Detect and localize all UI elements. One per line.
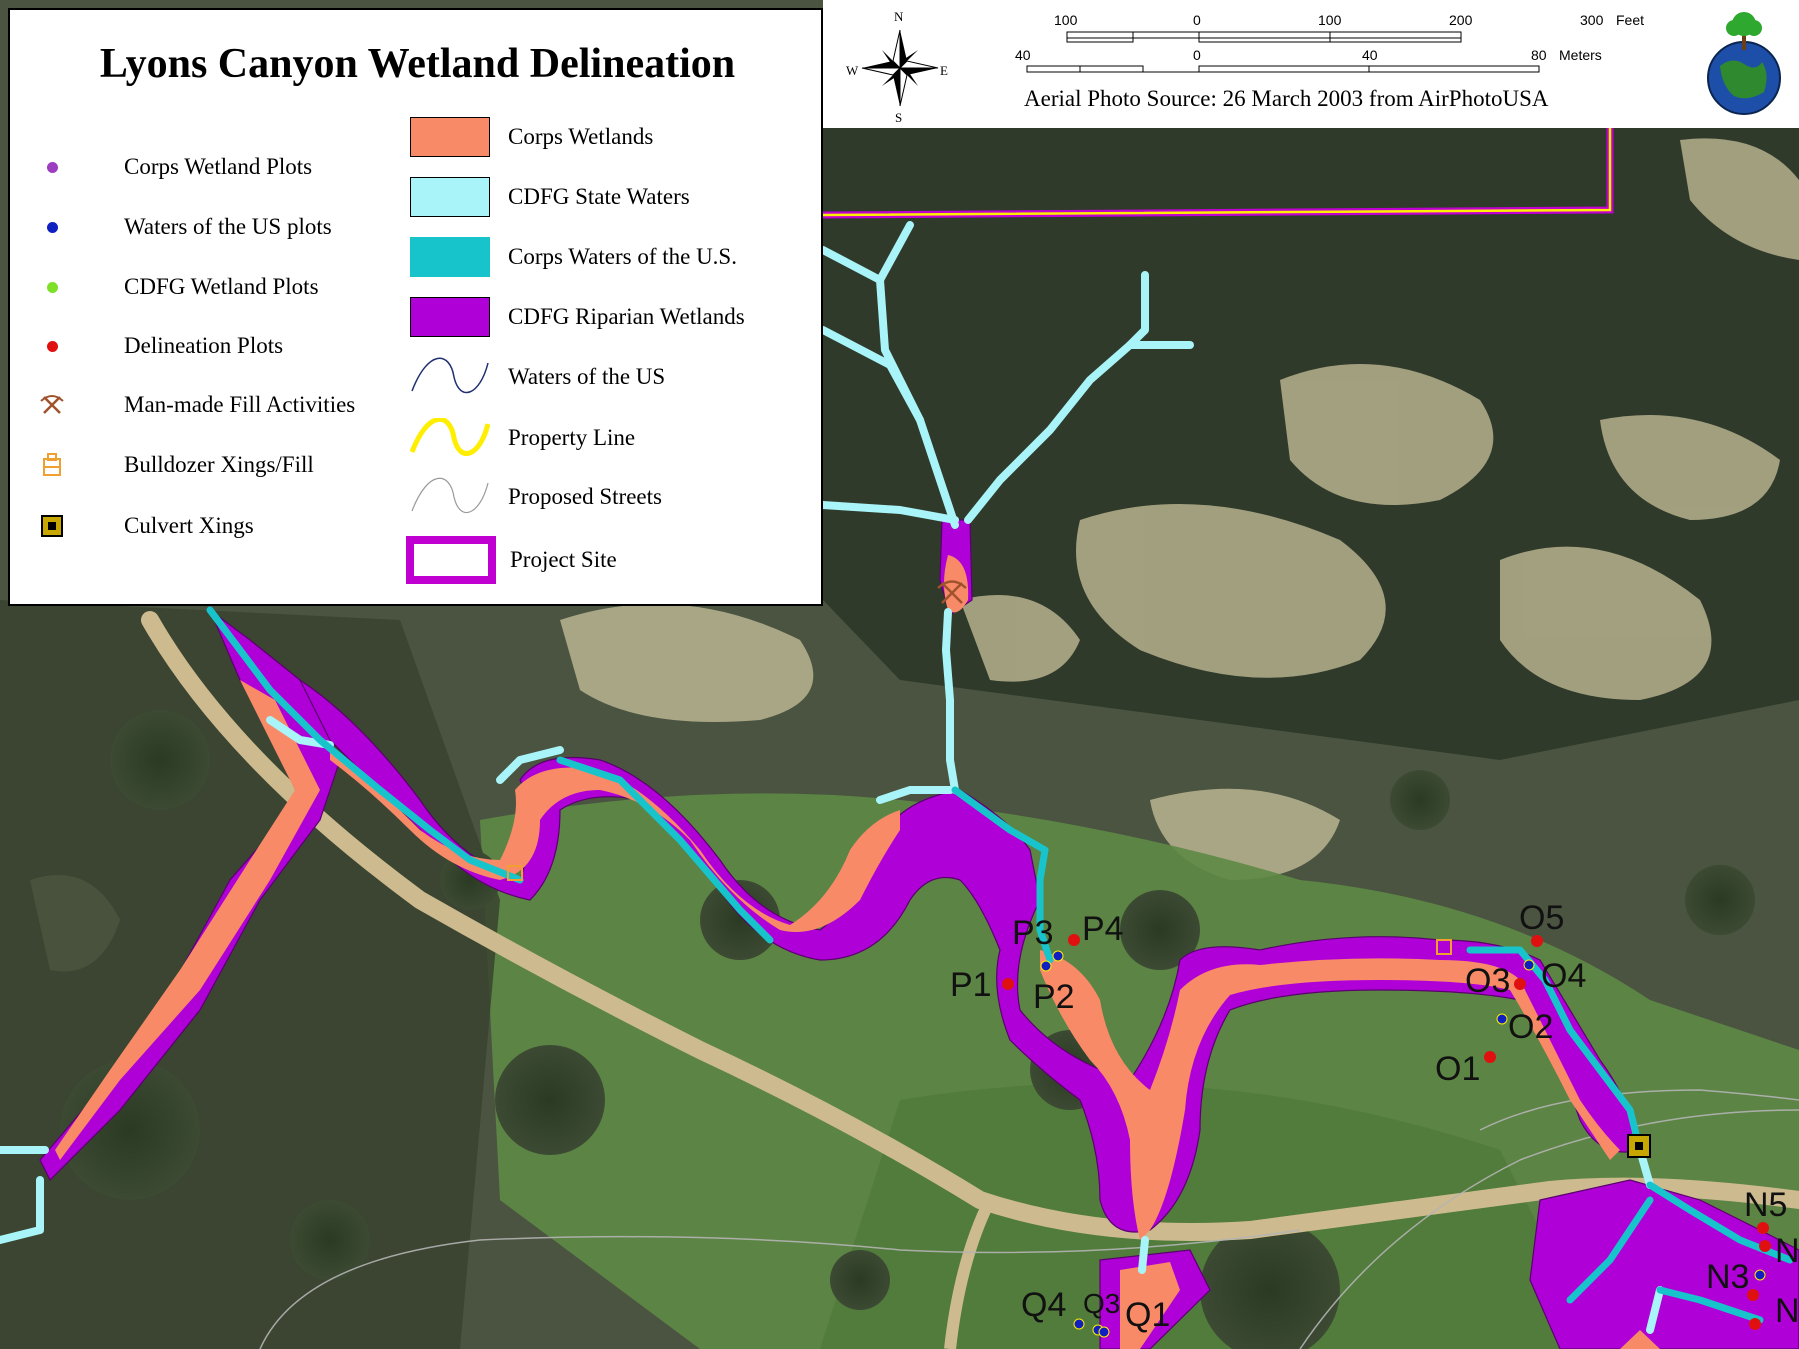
map-title: Lyons Canyon Wetland Delineation <box>99 41 736 87</box>
project-site-swatch <box>406 536 496 584</box>
plot-label-n5: N5 <box>1744 1186 1788 1224</box>
scale-meters-tick-2: 0 <box>1193 47 1201 63</box>
waters-of-us-line-icon <box>411 357 489 394</box>
plot-label-p2: P2 <box>1033 978 1075 1016</box>
culvert-icon <box>41 515 63 537</box>
globe-logo-icon <box>1707 12 1781 115</box>
legend-item-cdfg-state-waters: CDFG State Waters <box>410 177 690 217</box>
plot-label-o2: O2 <box>1508 1008 1554 1046</box>
plot-label-n-upper: N <box>1775 1232 1799 1270</box>
plot-label-o3: O3 <box>1465 962 1511 1000</box>
plot-label-p4: P4 <box>1082 910 1124 948</box>
map-legend: Lyons Canyon Wetland Delineation Corps W… <box>8 8 823 606</box>
scale-bar <box>1026 31 1540 73</box>
red-dot-icon <box>46 340 58 352</box>
legend-item-culvert-xings: Culvert Xings <box>22 506 254 546</box>
purple-dot-icon <box>46 161 58 173</box>
bulldozer-icon <box>43 453 61 476</box>
corps-wetlands-swatch <box>410 117 490 157</box>
scale-feet-tick-5: 300 <box>1580 12 1604 28</box>
legend-item-delineation-plots: Delineation Plots <box>22 326 283 366</box>
pickaxe-icon <box>40 395 64 414</box>
scale-feet-tick-2: 0 <box>1193 12 1201 28</box>
legend-item-corps-wetlands: Corps Wetlands <box>410 117 653 157</box>
blue-dot-icon <box>46 221 58 233</box>
proposed-streets-line-icon <box>411 477 489 514</box>
corps-waters-swatch <box>410 237 490 277</box>
plot-label-n3: N3 <box>1706 1258 1750 1296</box>
plot-label-q1: Q1 <box>1125 1296 1171 1334</box>
legend-item-proposed-streets: Proposed Streets <box>410 477 662 517</box>
scale-feet-tick-4: 200 <box>1449 12 1473 28</box>
compass-s: S <box>895 110 903 125</box>
state-waters-swatch <box>410 177 490 217</box>
scale-feet-tick-1: 100 <box>1054 12 1078 28</box>
scale-meters-tick-4: 80 <box>1531 47 1547 63</box>
legend-item-riparian-wetlands: CDFG Riparian Wetlands <box>410 297 745 337</box>
legend-item-waters-us-plots: Waters of the US plots <box>22 207 332 247</box>
scale-meters-unit: Meters <box>1559 47 1602 63</box>
legend-item-project-site: Project Site <box>406 536 617 584</box>
scale-meters-tick-3: 40 <box>1362 47 1378 63</box>
legend-item-property-line: Property Line <box>410 418 635 458</box>
property-line-icon <box>410 418 490 456</box>
legend-item-bulldozer-xings: Bulldozer Xings/Fill <box>22 445 314 485</box>
plot-label-p1: P1 <box>950 966 992 1004</box>
legend-item-fill-activities: Man-made Fill Activities <box>22 385 355 425</box>
legend-item-corps-waters: Corps Waters of the U.S. <box>410 237 737 277</box>
plot-label-o4: O4 <box>1541 957 1587 995</box>
culvert-xing-icon <box>1627 1134 1651 1158</box>
green-dot-icon <box>46 281 58 293</box>
riparian-wetlands-swatch <box>410 297 490 337</box>
legend-item-cdfg-wetland-plots: CDFG Wetland Plots <box>22 267 319 307</box>
plot-label-n-lower: N <box>1775 1292 1799 1330</box>
legend-item-waters-of-us: Waters of the US <box>410 357 665 397</box>
legend-item-corps-wetland-plots: Corps Wetland Plots <box>22 147 312 187</box>
scale-feet-tick-3: 100 <box>1318 12 1342 28</box>
plot-label-o1: O1 <box>1435 1050 1481 1088</box>
left-slope <box>0 600 500 1349</box>
scale-meters-tick-1: 40 <box>1015 47 1031 63</box>
plot-label-p3: P3 <box>1012 914 1054 952</box>
compass-e: E <box>940 63 948 78</box>
plot-label-q4: Q4 <box>1021 1286 1067 1324</box>
compass-w: W <box>846 63 859 78</box>
plot-label-o5: O5 <box>1519 899 1565 937</box>
plot-label-q3: Q3 <box>1083 1288 1121 1319</box>
scale-feet-unit: Feet <box>1616 12 1645 28</box>
photo-source: Aerial Photo Source: 26 March 2003 from … <box>1024 86 1549 111</box>
compass-n: N <box>894 9 904 24</box>
